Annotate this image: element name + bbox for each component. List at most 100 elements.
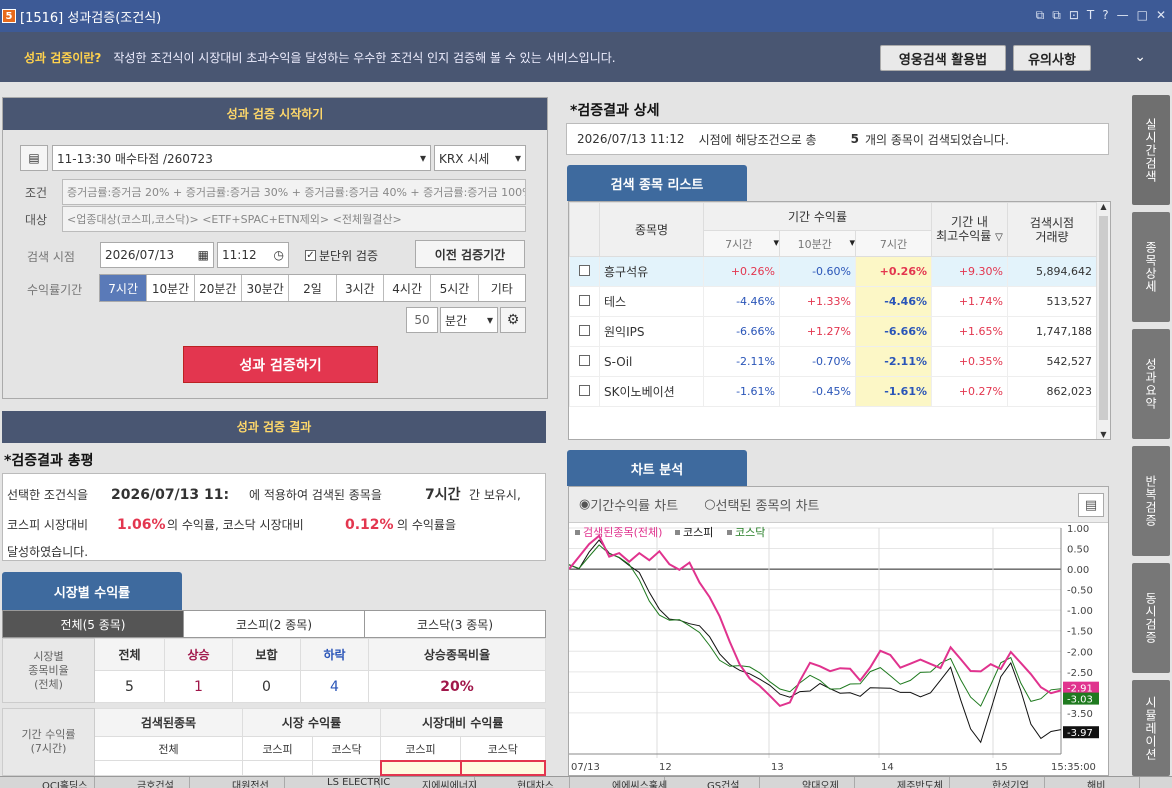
- side-simultaneous-verification[interactable]: 동시검증: [1132, 563, 1170, 673]
- side-stock-detail[interactable]: 종목상세: [1132, 212, 1170, 322]
- filter-icon[interactable]: ▽: [995, 232, 1003, 243]
- stock-name[interactable]: SK이노베이션: [599, 376, 704, 407]
- summary-line1-date: 2026/07/13 11:: [111, 487, 230, 503]
- period-4h[interactable]: 4시간: [384, 275, 432, 301]
- period-20m[interactable]: 20분간: [195, 275, 242, 301]
- taskbar-stock[interactable]: 대원전선: [190, 777, 285, 788]
- row-checkbox[interactable]: [569, 316, 600, 347]
- y-tick-label: -1.50: [1067, 627, 1093, 638]
- subtab-kosdaq[interactable]: 코스닥(3 종목): [364, 611, 545, 637]
- formula-select[interactable]: 11-13:30 매수타점 /260723 ▾: [52, 145, 431, 171]
- subtab-all[interactable]: 전체(5 종목): [3, 611, 183, 637]
- market-tab[interactable]: 시장별 수익률: [2, 572, 182, 610]
- taskbar-stock[interactable]: GS건설: [665, 777, 760, 788]
- minute-check-label: 분단위 검증: [319, 249, 379, 263]
- taskbar-stock[interactable]: 지에씨에너지: [380, 777, 477, 788]
- taskbar-stock[interactable]: 에에씨스훌세: [570, 777, 667, 788]
- head-volume[interactable]: 검색시점 거래량: [1007, 202, 1097, 257]
- usage-guide-button[interactable]: 영웅검색 활용법: [880, 45, 1006, 71]
- clock-icon[interactable]: ◷: [274, 248, 284, 262]
- taskbar-stock[interactable]: 약대오제: [760, 777, 855, 788]
- taskbar-stock[interactable]: 현대차스: [475, 777, 570, 788]
- stock-row[interactable]: SK이노베이션 -1.61% -0.45% -1.61% +0.27% 862,023: [569, 376, 1097, 407]
- calendar-icon[interactable]: ▦: [198, 248, 209, 262]
- caution-button[interactable]: 유의사항: [1013, 45, 1091, 71]
- custom-period-input[interactable]: 50: [406, 307, 438, 333]
- stock-name[interactable]: 원익IPS: [599, 316, 704, 347]
- chart-menu-icon[interactable]: ▤: [1078, 493, 1104, 517]
- summary-kosdaq-excess: 0.12%: [345, 517, 394, 533]
- minute-check[interactable]: ✓ 분단위 검증: [305, 247, 378, 264]
- period-2d[interactable]: 2일: [289, 275, 337, 301]
- time-input[interactable]: 11:12 ◷: [217, 242, 289, 268]
- scroll-up-icon[interactable]: ▲: [1097, 202, 1110, 211]
- close-icon[interactable]: ✕: [1156, 8, 1166, 23]
- taskbar-stock[interactable]: 제주반도체: [855, 777, 950, 788]
- subtab-kospi[interactable]: 코스피(2 종목): [183, 611, 364, 637]
- return-7h: +0.26%: [703, 256, 780, 287]
- stock-row[interactable]: 테스 -4.46% +1.33% -4.46% +1.74% 513,527: [569, 286, 1097, 317]
- ratio-down: 4: [300, 670, 369, 703]
- side-simulation[interactable]: 시뮬레이션: [1132, 680, 1170, 776]
- stock-name[interactable]: 흥구석유: [599, 256, 704, 287]
- date-input[interactable]: 2026/07/13 ▦: [100, 242, 214, 268]
- prev-period-button[interactable]: 이전 검증기간: [415, 240, 525, 268]
- stock-list-tab[interactable]: 검색 종목 리스트: [567, 165, 747, 201]
- taskbar-stock[interactable]: LS ELECTRIC: [285, 777, 390, 788]
- head-stock-name[interactable]: 종목명: [599, 202, 704, 257]
- taskbar-stock[interactable]: 금호건설: [95, 777, 190, 788]
- run-verification-button[interactable]: 성과 검증하기: [183, 346, 378, 383]
- row-checkbox[interactable]: [569, 286, 600, 317]
- sub-period-2[interactable]: 10분간 ▾: [779, 230, 856, 257]
- scroll-down-icon[interactable]: ▼: [1097, 430, 1110, 439]
- stock-row[interactable]: 원익IPS -6.66% +1.27% -6.66% +1.65% 1,747,188: [569, 316, 1097, 347]
- custom-unit-select[interactable]: 분간 ▾: [440, 307, 498, 333]
- scroll-thumb[interactable]: [1099, 216, 1108, 420]
- return-sub-kospi: 코스피: [242, 736, 313, 762]
- period-30m[interactable]: 30분간: [242, 275, 290, 301]
- chevron-down-icon: ▾: [486, 313, 493, 327]
- period-3h[interactable]: 3시간: [337, 275, 384, 301]
- stock-name[interactable]: S-Oil: [599, 346, 704, 377]
- period-7h[interactable]: 7시간: [100, 275, 148, 301]
- row-checkbox[interactable]: [569, 346, 600, 377]
- period-other[interactable]: 기타: [479, 275, 525, 301]
- settings-gear-icon[interactable]: ⚙: [500, 307, 526, 333]
- row-checkbox[interactable]: [569, 256, 600, 287]
- print-icon[interactable]: ⊡: [1069, 8, 1079, 23]
- return-7h-selected: -1.61%: [855, 376, 932, 407]
- row-checkbox[interactable]: [569, 376, 600, 407]
- end-label-kospi: -3.97: [1067, 728, 1093, 739]
- stock-list-scrollbar[interactable]: ▲ ▼: [1096, 202, 1110, 439]
- link-icon[interactable]: ⧉: [1036, 8, 1045, 23]
- copy-icon[interactable]: ⧉: [1052, 8, 1061, 23]
- checkbox-checked-icon[interactable]: ✓: [305, 250, 316, 261]
- stock-name[interactable]: 테스: [599, 286, 704, 317]
- radio-period-chart[interactable]: ◉: [579, 497, 590, 512]
- taskbar-stock[interactable]: 한성기업: [950, 777, 1045, 788]
- stock-row[interactable]: S-Oil -2.11% -0.70% -2.11% +0.35% 542,527: [569, 346, 1097, 377]
- y-tick-label: 0.00: [1067, 565, 1089, 576]
- taskbar-stock[interactable]: 해비: [1045, 777, 1140, 788]
- stock-row[interactable]: 흥구석유 +0.26% -0.60% +0.26% +9.30% 5,894,642: [569, 256, 1097, 287]
- side-performance-summary[interactable]: 성과요약: [1132, 329, 1170, 439]
- font-icon[interactable]: T: [1087, 8, 1094, 23]
- period-5h[interactable]: 5시간: [431, 275, 479, 301]
- radio-selected-chart[interactable]: ○: [704, 497, 715, 512]
- side-repeat-verification[interactable]: 반복검증: [1132, 446, 1170, 556]
- formula-open-icon[interactable]: ▤: [20, 145, 48, 171]
- window-controls: ⧉ ⧉ ⊡ T ? — □ ✕: [1036, 8, 1166, 23]
- taskbar-stock[interactable]: OCI홀딩스: [0, 777, 95, 788]
- minimize-icon[interactable]: —: [1117, 8, 1129, 23]
- stock-taskbar: OCI홀딩스 금호건설 대원전선 LS ELECTRIC 지에씨에너지 현대차스 에에씨스훌…: [0, 776, 1172, 788]
- collapse-icon[interactable]: ⌄: [1134, 49, 1146, 65]
- sub-period-1[interactable]: 7시간 ▾: [703, 230, 780, 257]
- maximize-icon[interactable]: □: [1137, 8, 1148, 23]
- help-icon[interactable]: ?: [1102, 8, 1108, 23]
- period-10m[interactable]: 10분간: [147, 275, 195, 301]
- price-type-select[interactable]: KRX 시세 ▾: [434, 145, 526, 171]
- chart-tab[interactable]: 차트 분석: [567, 450, 747, 486]
- head-max-return[interactable]: 기간 내 최고수익률 ▽: [931, 202, 1008, 257]
- ratio-up-ratio: 20%: [368, 670, 546, 703]
- side-realtime-search[interactable]: 실시간검색: [1132, 95, 1170, 205]
